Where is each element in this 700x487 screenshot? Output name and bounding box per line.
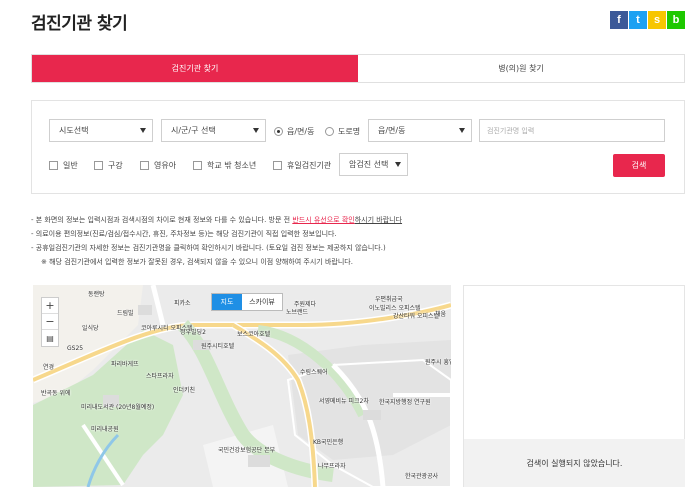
dong-select-value: 읍/면/동 [378,126,406,135]
sigungu-select-value: 시/군/구 선택 [171,126,216,135]
map-label: 원주시 흥업지 [425,359,451,366]
map-label: 파리바게뜨 [111,361,139,368]
map-canvas [33,285,451,487]
zoom-out-button[interactable]: − [42,314,58,330]
radio-unchecked-icon [325,127,334,136]
map-label: 반곡동 위에 [41,390,71,397]
twitter-icon[interactable]: t [629,11,647,29]
map-type-map-button[interactable]: 지도 [212,294,242,310]
map-label: 채움 [435,311,447,318]
notice-line-3: - 공휴일검진기관의 자세한 정보는 검진기관명을 클릭하여 확인하시기 바랍니… [31,244,386,252]
checkbox-icon [94,161,103,170]
checkbox-holiday[interactable]: 휴일검진기관 [273,160,331,171]
map-label: 일식당 [82,325,99,332]
search-form: 시도선택 시/군/구 선택 읍/면/동 도로명 읍/면/동 검진기관명 입력 일… [31,100,685,194]
map-label: 노브랜드 [286,309,309,316]
chevron-down-icon [459,128,465,133]
map-label: 보스코아호텔 [237,331,271,338]
notice-text: - 본 화면의 정보는 입력시점과 검색시점의 차이로 현재 정보와 다를 수 … [31,213,402,269]
map-label: 연경 [43,364,55,371]
notice-line-1-a: - 본 화면의 정보는 입력시점과 검색시점의 차이로 현재 정보와 다를 수 … [31,216,293,224]
sigungu-select[interactable]: 시/군/구 선택 [161,119,266,142]
checkbox-oral-label: 구강 [108,161,123,170]
checkbox-infant-label: 영유아 [154,161,177,170]
map-type-skyview-button[interactable]: 스카이뷰 [242,294,282,310]
chevron-down-icon [253,128,259,133]
sido-select[interactable]: 시도선택 [49,119,153,142]
chevron-down-icon [140,128,146,133]
notice-line-2: - 의료이용 편의정보(진료/검심/접수시간, 휴진, 주차정보 등)는 해당 … [31,230,337,238]
map-label: 한국지방행정 연구원 [379,399,431,406]
map-view[interactable]: 동랜탕 드림빌 피카소 주원제다 노브랜드 우편취급국 이노빌리스 오피스텔 일… [33,285,451,487]
radio-road[interactable]: 도로명 [325,126,360,137]
map-label: 미리내공원 [91,426,119,433]
name-input-placeholder: 검진기관명 입력 [487,126,535,135]
map-label: 스타프라자 [146,373,174,380]
checkbox-youth-label: 학교 밖 청소년 [207,161,257,170]
band-icon[interactable]: b [667,11,685,29]
tab-bar: 검진기관 찾기 병(의)원 찾기 [31,54,685,83]
chevron-down-icon [395,162,401,167]
map-label: 동랜탕 [88,291,105,298]
map-label: KB국민은행 [313,439,344,446]
tab-find-hospital[interactable]: 병(의)원 찾기 [358,55,684,82]
map-label: 원주시티호텔 [201,343,235,350]
cancer-select-value: 암검진 선택 [349,160,389,169]
search-results-panel: 검색이 실행되지 않았습니다. [463,285,685,487]
checkup-center-name-input[interactable]: 검진기관명 입력 [479,119,665,142]
sido-select-value: 시도선택 [59,126,89,135]
search-button[interactable]: 검색 [613,154,665,177]
radio-road-label: 도로명 [338,127,361,136]
print-icon[interactable]: ▤ [42,330,58,346]
dong-select[interactable]: 읍/면/동 [368,119,472,142]
map-label: GS25 [67,345,84,352]
radio-dong-label: 읍/면/동 [287,127,315,136]
checkbox-icon [49,161,58,170]
facebook-icon[interactable]: f [610,11,628,29]
notice-line-4: ※ 해당 검진기관에서 입력한 정보가 잘못된 경우, 검색되지 않을 수 있으… [41,258,353,266]
checkbox-general-label: 일반 [63,161,78,170]
map-zoom-control: + − ▤ [41,297,59,347]
checkbox-icon [140,161,149,170]
map-label: 피카소 [174,300,191,307]
map-label: 미리내도서관 (20년8월예정) [81,404,155,411]
zoom-in-button[interactable]: + [42,298,58,314]
share-buttons: f t s b [610,11,685,29]
checkbox-general[interactable]: 일반 [49,160,78,171]
radio-dong[interactable]: 읍/면/동 [274,126,314,137]
notice-phone-check-link[interactable]: 반드시 유선으로 확인 [292,216,354,224]
map-label: 인더키친 [173,387,196,394]
kakaostory-icon[interactable]: s [648,11,666,29]
notice-line-1-c: 하시기 바랍니다 [354,216,403,224]
map-label: 한국관광공사 [405,473,439,480]
map-label: 수림스퀘어 [300,369,328,376]
notice-line-1: - 본 화면의 정보는 입력시점과 검색시점의 차이로 현재 정보와 다를 수 … [31,213,402,227]
checkbox-out-of-school-youth[interactable]: 학교 밖 청소년 [193,160,256,171]
checkbox-infant[interactable]: 영유아 [140,160,176,171]
map-label: 국민건강보험공단 본부 [218,447,276,454]
checkbox-icon [193,161,202,170]
checkbox-holiday-label: 휴일검진기관 [287,161,332,170]
map-label: 서영메비뉴 피크2차 [319,398,369,405]
empty-results-message: 검색이 실행되지 않았습니다. [464,439,685,487]
map-label: 정우빌딩2 [180,329,206,336]
page-title: 검진기관 찾기 [31,14,128,34]
cancer-checkup-select[interactable]: 암검진 선택 [339,153,408,176]
map-label: 우편취급국 [375,296,403,303]
checkbox-oral[interactable]: 구강 [94,160,123,171]
map-label: 드림빌 [117,310,134,317]
map-label: 나무프라자 [318,463,346,470]
map-type-toggle: 지도 스카이뷰 [211,293,283,311]
checkbox-icon [273,161,282,170]
tab-find-checkup-center[interactable]: 검진기관 찾기 [32,55,358,82]
map-label: 강산타워 오피스텔 [393,313,440,320]
radio-checked-icon [274,127,283,136]
